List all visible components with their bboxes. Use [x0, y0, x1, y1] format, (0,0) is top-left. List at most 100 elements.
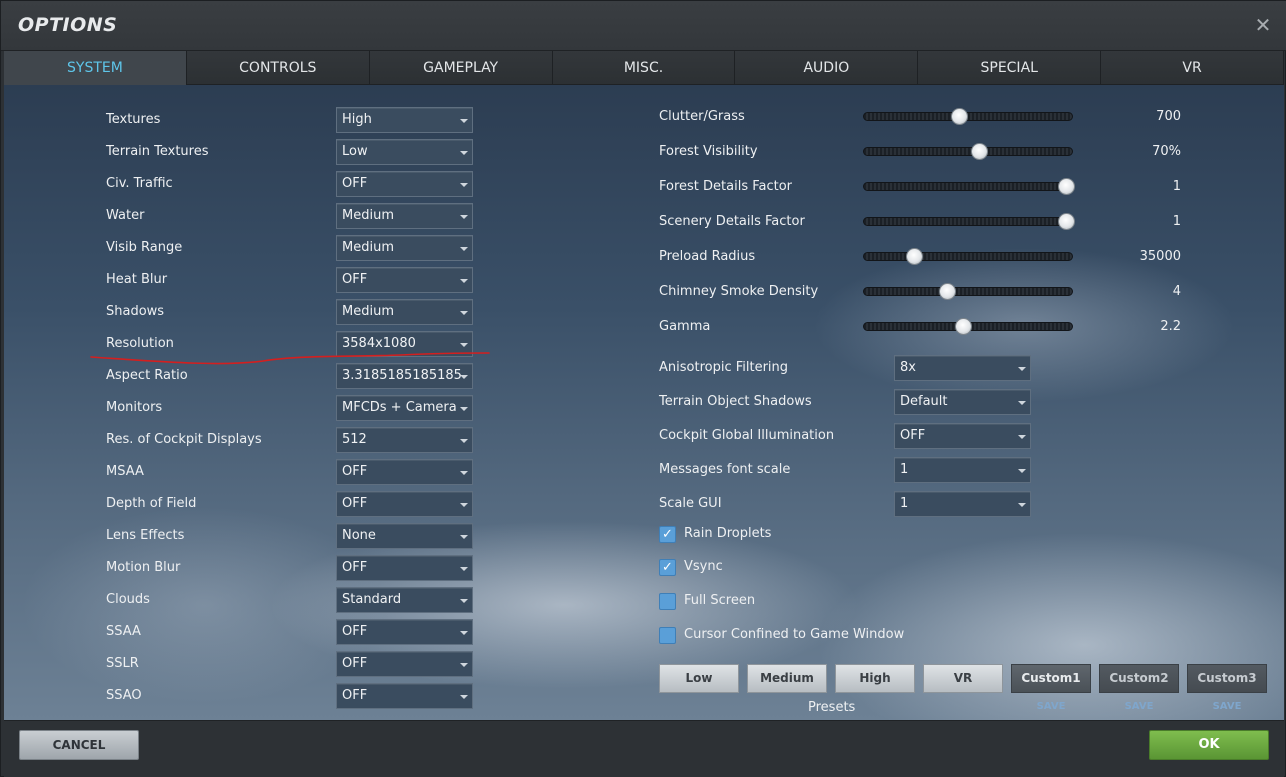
label-full-screen[interactable]: Full Screen — [684, 593, 755, 608]
dropdown-value: 3584x1080 — [342, 336, 416, 351]
checkbox-cursor-confined-to-game-window[interactable] — [659, 627, 676, 644]
dropdown-anisotropic-filtering[interactable]: 8x — [894, 355, 1031, 381]
label-sslr: SSLR — [106, 656, 139, 671]
tab-audio[interactable]: AUDIO — [735, 51, 919, 85]
tab-misc[interactable]: MISC. — [552, 51, 736, 85]
slider-forest-details-factor[interactable] — [863, 182, 1073, 191]
dropdown-value: Default — [900, 394, 948, 409]
dropdown-value: 1 — [900, 462, 909, 477]
dropdown-value: OFF — [342, 496, 368, 511]
label-ssao: SSAO — [106, 688, 142, 703]
preset-high-button[interactable]: High — [835, 664, 915, 693]
close-icon[interactable]: ✕ — [1253, 15, 1273, 35]
dropdown-civ-traffic[interactable]: OFF — [336, 171, 473, 197]
slider-thumb[interactable] — [951, 108, 969, 125]
tab-special[interactable]: SPECIAL — [918, 51, 1102, 85]
preset-custom1-button[interactable]: Custom1 — [1011, 664, 1091, 693]
slider-value-scenery-details-factor: 1 — [1172, 214, 1181, 229]
dropdown-clouds[interactable]: Standard — [336, 587, 473, 613]
slider-value-forest-visibility: 70% — [1152, 144, 1181, 159]
dropdown-terrain-object-shadows[interactable]: Default — [894, 389, 1031, 415]
dropdown-motion-blur[interactable]: OFF — [336, 555, 473, 581]
tab-vr[interactable]: VR — [1101, 51, 1285, 85]
checkbox-vsync[interactable]: ✓ — [659, 559, 676, 576]
dropdown-value: OFF — [342, 272, 368, 287]
dropdown-ssaa[interactable]: OFF — [336, 619, 473, 645]
slider-forest-visibility[interactable] — [863, 147, 1073, 156]
chevron-down-icon — [1018, 469, 1026, 473]
dropdown-depth-of-field[interactable]: OFF — [336, 491, 473, 517]
slider-value-chimney-smoke-density: 4 — [1172, 284, 1181, 299]
dropdown-value: OFF — [900, 428, 926, 443]
preset-low-button[interactable]: Low — [659, 664, 739, 693]
preset-custom3-button[interactable]: Custom3 — [1187, 664, 1267, 693]
slider-preload-radius[interactable] — [863, 252, 1073, 261]
dropdown-visib-range[interactable]: Medium — [336, 235, 473, 261]
save-custom2-link[interactable]: SAVE — [1099, 701, 1179, 712]
label-cursor-confined-to-game-window[interactable]: Cursor Confined to Game Window — [684, 627, 904, 642]
label-terrain-textures: Terrain Textures — [106, 144, 209, 159]
dropdown-value: Medium — [342, 304, 394, 319]
dropdown-lens-effects[interactable]: None — [336, 523, 473, 549]
dropdown-msaa[interactable]: OFF — [336, 459, 473, 485]
checkmark-icon: ✓ — [662, 560, 673, 575]
label-depth-of-field: Depth of Field — [106, 496, 197, 511]
preset-custom2-button[interactable]: Custom2 — [1099, 664, 1179, 693]
slider-thumb[interactable] — [1058, 178, 1075, 195]
chevron-down-icon — [460, 247, 468, 251]
options-window: OPTIONS ✕ SYSTEM CONTROLS GAMEPLAY MISC. AUD… — [0, 0, 1286, 777]
preset-vr-button[interactable]: VR — [923, 664, 1003, 693]
dropdown-shadows[interactable]: Medium — [336, 299, 473, 325]
dropdown-ssao[interactable]: OFF — [336, 683, 473, 709]
dropdown-water[interactable]: Medium — [336, 203, 473, 229]
window-title: OPTIONS — [18, 14, 118, 36]
dropdown-scale-gui[interactable]: 1 — [894, 491, 1031, 517]
label-gamma: Gamma — [659, 319, 711, 334]
dropdown-resolution[interactable]: 3584x1080 — [336, 331, 473, 357]
cancel-button[interactable]: CANCEL — [19, 730, 139, 760]
slider-thumb[interactable] — [1058, 213, 1075, 230]
dropdown-textures[interactable]: High — [336, 107, 473, 133]
label-textures: Textures — [106, 112, 161, 127]
tab-controls[interactable]: CONTROLS — [186, 51, 370, 85]
slider-value-forest-details-factor: 1 — [1172, 179, 1181, 194]
dropdown-aspect-ratio[interactable]: 3.3185185185185 — [336, 363, 473, 389]
checkbox-rain-droplets[interactable]: ✓ — [659, 526, 676, 543]
label-vsync[interactable]: Vsync — [684, 559, 723, 574]
dropdown-monitors[interactable]: MFCDs + Camera — [336, 395, 473, 421]
slider-chimney-smoke-density[interactable] — [863, 287, 1073, 296]
label-chimney-smoke-density: Chimney Smoke Density — [659, 284, 819, 299]
dropdown-cockpit-global-illumination[interactable]: OFF — [894, 423, 1031, 449]
save-custom3-link[interactable]: SAVE — [1187, 701, 1267, 712]
slider-thumb[interactable] — [955, 318, 973, 335]
ok-button[interactable]: OK — [1149, 730, 1269, 760]
label-rain-droplets[interactable]: Rain Droplets — [684, 526, 771, 541]
slider-thumb[interactable] — [970, 143, 988, 160]
slider-thumb[interactable] — [939, 283, 957, 300]
dropdown-terrain-textures[interactable]: Low — [336, 139, 473, 165]
checkbox-full-screen[interactable] — [659, 593, 676, 610]
slider-thumb[interactable] — [905, 248, 923, 265]
save-custom1-link[interactable]: SAVE — [1011, 701, 1091, 712]
dropdown-heat-blur[interactable]: OFF — [336, 267, 473, 293]
tab-gameplay[interactable]: GAMEPLAY — [369, 51, 553, 85]
chevron-down-icon — [1018, 503, 1026, 507]
dropdown-res-of-cockpit-displays[interactable]: 512 — [336, 427, 473, 453]
slider-scenery-details-factor[interactable] — [863, 217, 1073, 226]
label-clouds: Clouds — [106, 592, 150, 607]
chevron-down-icon — [460, 471, 468, 475]
tab-system[interactable]: SYSTEM — [4, 51, 187, 85]
label-preload-radius: Preload Radius — [659, 249, 756, 264]
label-ssaa: SSAA — [106, 624, 141, 639]
dropdown-value: 512 — [342, 432, 367, 447]
label-water: Water — [106, 208, 145, 223]
dropdown-value: 8x — [900, 360, 916, 375]
chevron-down-icon — [460, 663, 468, 667]
dropdown-messages-font-scale[interactable]: 1 — [894, 457, 1031, 483]
chevron-down-icon — [460, 439, 468, 443]
dropdown-sslr[interactable]: OFF — [336, 651, 473, 677]
label-messages-font-scale: Messages font scale — [659, 462, 791, 477]
preset-medium-button[interactable]: Medium — [747, 664, 827, 693]
chevron-down-icon — [460, 279, 468, 283]
dropdown-value: Medium — [342, 240, 394, 255]
